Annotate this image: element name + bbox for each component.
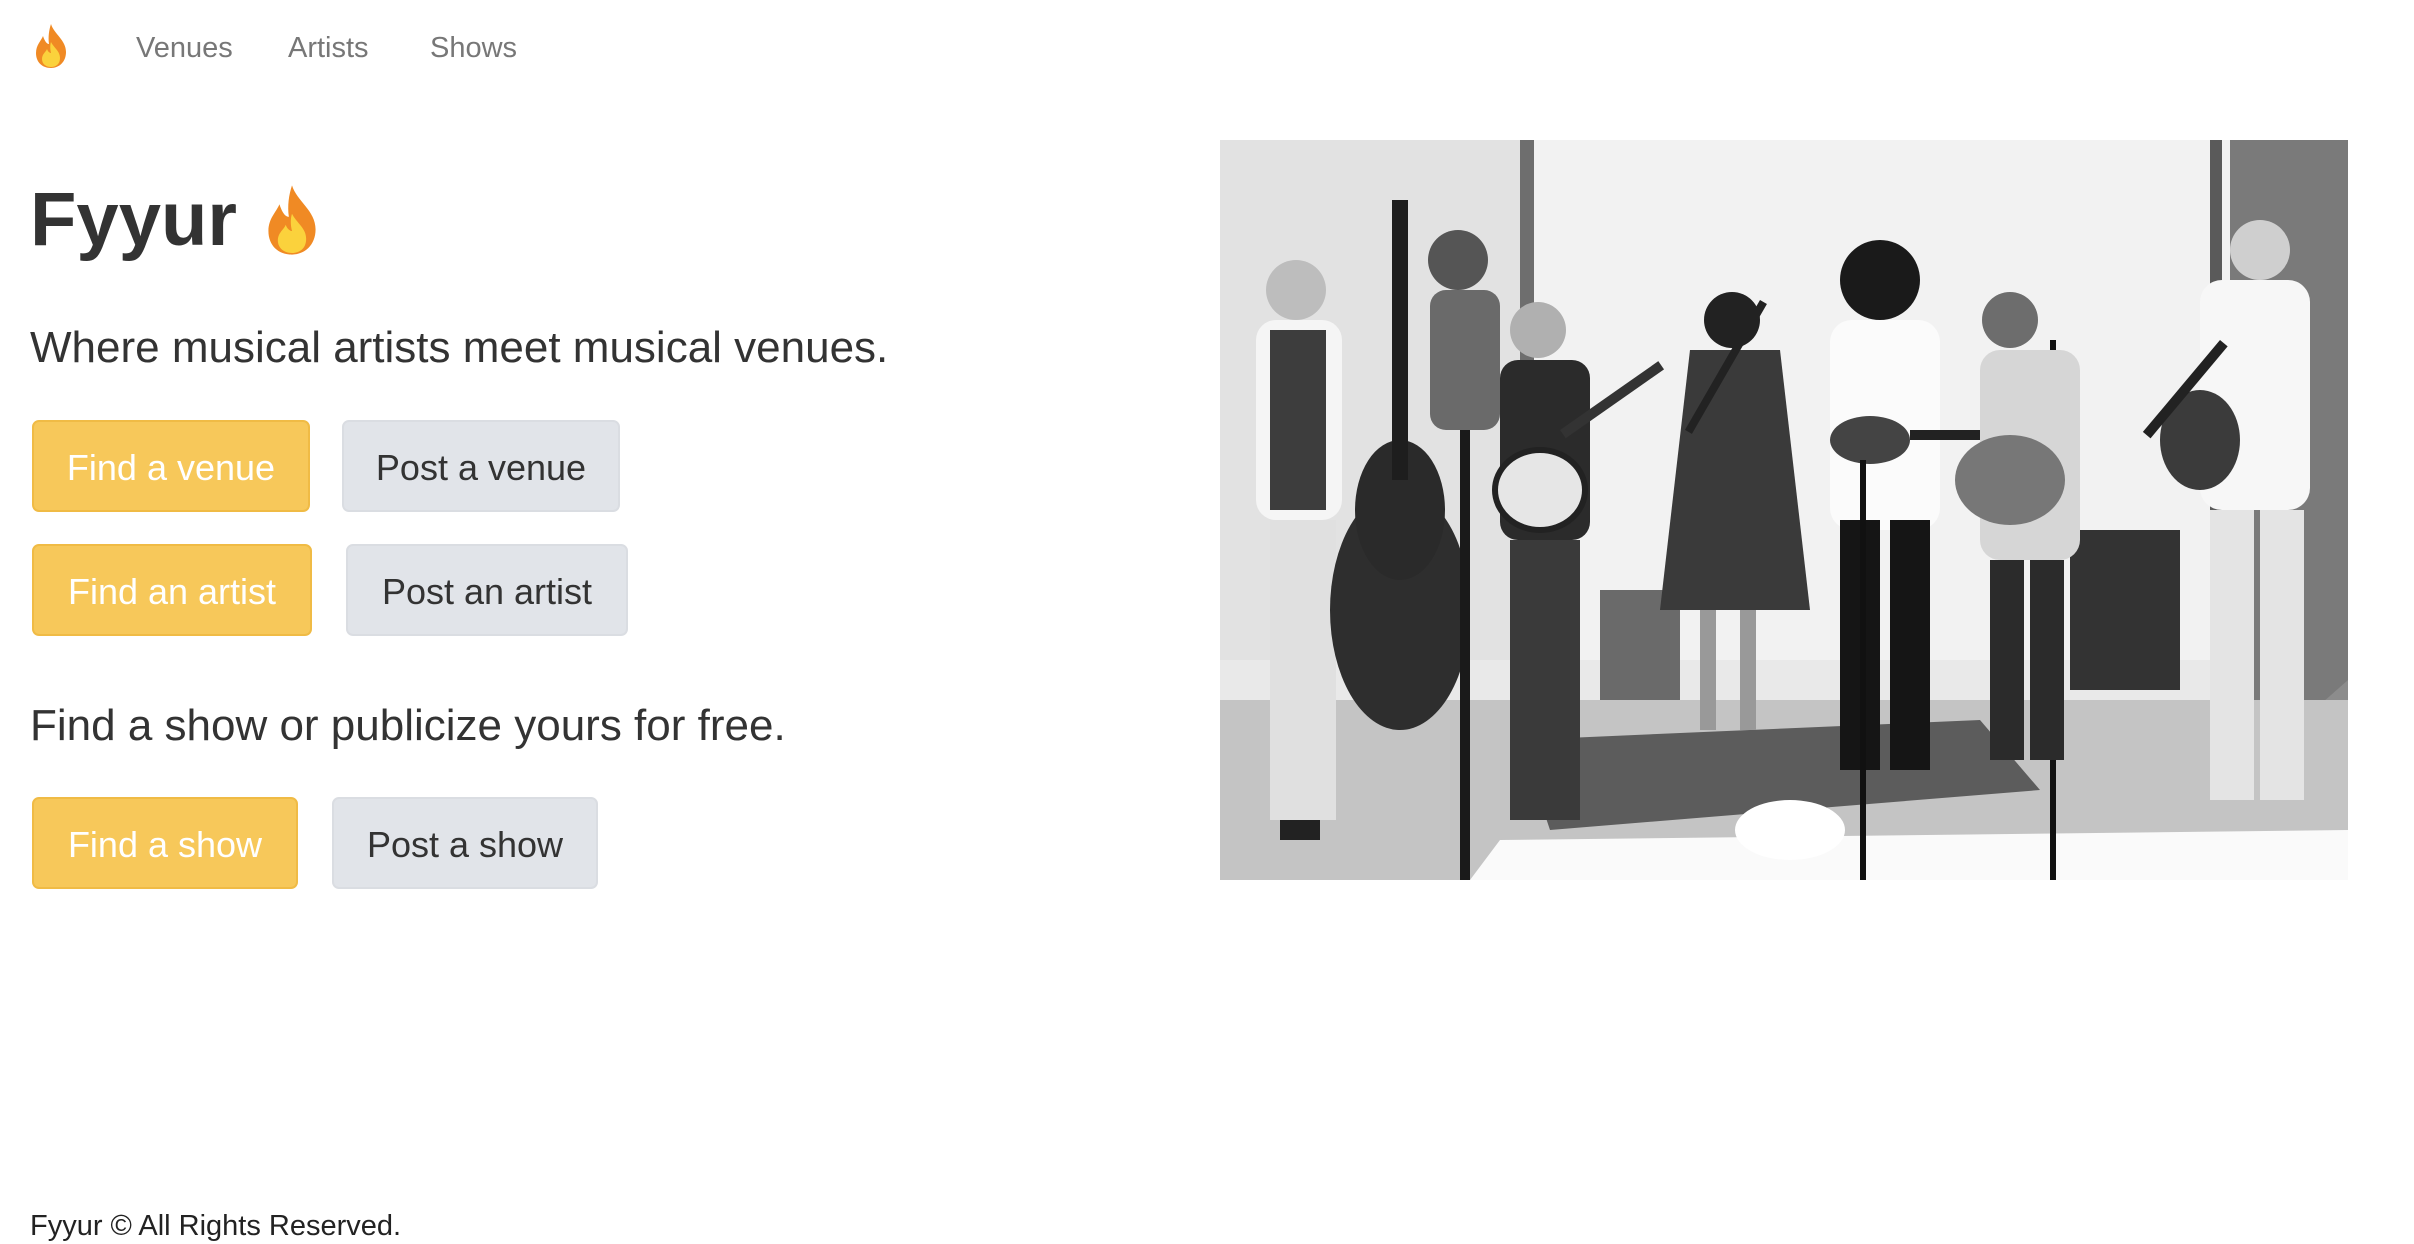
page-title-text: Fyyur [30, 177, 237, 262]
hero-photo [1220, 140, 2348, 880]
nav-link-venues[interactable]: Venues [136, 30, 233, 66]
find-venue-button[interactable]: Find a venue [32, 420, 310, 512]
nav-link-shows[interactable]: Shows [430, 30, 517, 66]
brand-flame-icon[interactable] [30, 22, 72, 70]
find-artist-button[interactable]: Find an artist [32, 544, 312, 636]
post-artist-button[interactable]: Post an artist [346, 544, 628, 636]
page-title: Fyyur [30, 170, 325, 270]
nav-link-artists[interactable]: Artists [288, 30, 369, 66]
band-photo-illustration [1220, 140, 2348, 880]
navbar: Venues Artists Shows [0, 0, 2414, 98]
post-show-button[interactable]: Post a show [332, 797, 598, 889]
tagline: Where musical artists meet musical venue… [30, 323, 889, 372]
find-show-button[interactable]: Find a show [32, 797, 298, 889]
footer-copyright: Fyyur © All Rights Reserved. [30, 1210, 402, 1242]
show-tagline: Find a show or publicize yours for free. [30, 701, 786, 750]
post-venue-button[interactable]: Post a venue [342, 420, 620, 512]
flame-icon [268, 185, 316, 255]
